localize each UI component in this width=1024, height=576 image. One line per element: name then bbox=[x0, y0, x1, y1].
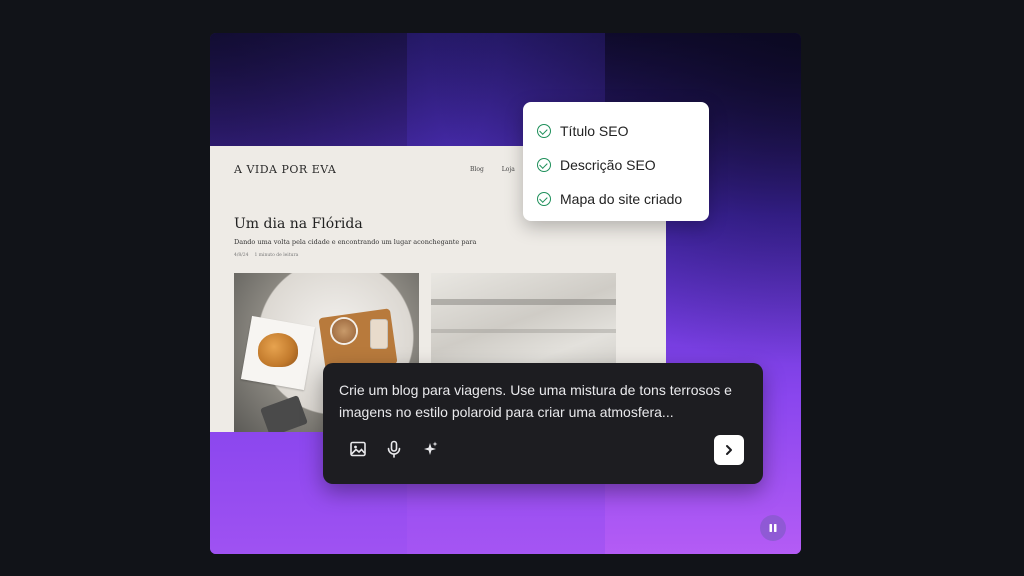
blog-nav: Blog Loja bbox=[470, 166, 515, 173]
photo-croissant bbox=[258, 333, 298, 367]
photo-glass bbox=[370, 319, 388, 349]
image-icon bbox=[350, 441, 366, 457]
seo-checklist-card: Título SEO Descrição SEO Mapa do site cr… bbox=[523, 102, 709, 221]
photo-phone bbox=[260, 395, 308, 432]
check-circle-icon bbox=[537, 158, 551, 172]
blog-nav-item[interactable]: Blog bbox=[470, 166, 484, 173]
seo-check-item: Título SEO bbox=[537, 114, 695, 148]
check-circle-icon bbox=[537, 192, 551, 206]
send-button[interactable] bbox=[714, 435, 744, 465]
ai-enhance-button[interactable] bbox=[421, 440, 439, 458]
seo-check-label: Título SEO bbox=[560, 123, 629, 139]
blog-post-read-time: 1 minuto de leitura bbox=[254, 253, 299, 258]
add-image-button[interactable] bbox=[349, 440, 367, 458]
sparkle-icon bbox=[424, 441, 438, 455]
blog-post-meta: 4/8/24 1 minuto de leitura bbox=[234, 253, 298, 258]
pause-icon bbox=[769, 524, 777, 532]
blog-site-title: A VIDA POR EVA bbox=[234, 163, 337, 176]
blog-post-title: Um dia na Flórida bbox=[234, 216, 363, 232]
pause-button[interactable] bbox=[760, 515, 786, 541]
blog-post-subtitle: Dando uma volta pela cidade e encontrand… bbox=[234, 238, 477, 246]
ai-prompt-box: Crie um blog para viagens. Use uma mistu… bbox=[323, 363, 763, 484]
blog-post-date: 4/8/24 bbox=[234, 253, 249, 258]
photo-shadow-stripe bbox=[431, 329, 616, 333]
seo-check-label: Descrição SEO bbox=[560, 157, 656, 173]
blog-nav-item[interactable]: Loja bbox=[502, 166, 515, 173]
microphone-icon bbox=[387, 440, 401, 458]
photo-coffee-cup bbox=[330, 317, 358, 345]
seo-check-label: Mapa do site criado bbox=[560, 191, 683, 207]
voice-input-button[interactable] bbox=[385, 440, 403, 458]
seo-check-item: Descrição SEO bbox=[537, 148, 695, 182]
check-circle-icon bbox=[537, 124, 551, 138]
seo-check-item: Mapa do site criado bbox=[537, 182, 695, 216]
photo-shadow-stripe bbox=[431, 299, 616, 305]
prompt-tools bbox=[349, 440, 439, 458]
prompt-text[interactable]: Crie um blog para viagens. Use uma mistu… bbox=[339, 379, 739, 423]
chevron-right-icon bbox=[726, 445, 732, 455]
